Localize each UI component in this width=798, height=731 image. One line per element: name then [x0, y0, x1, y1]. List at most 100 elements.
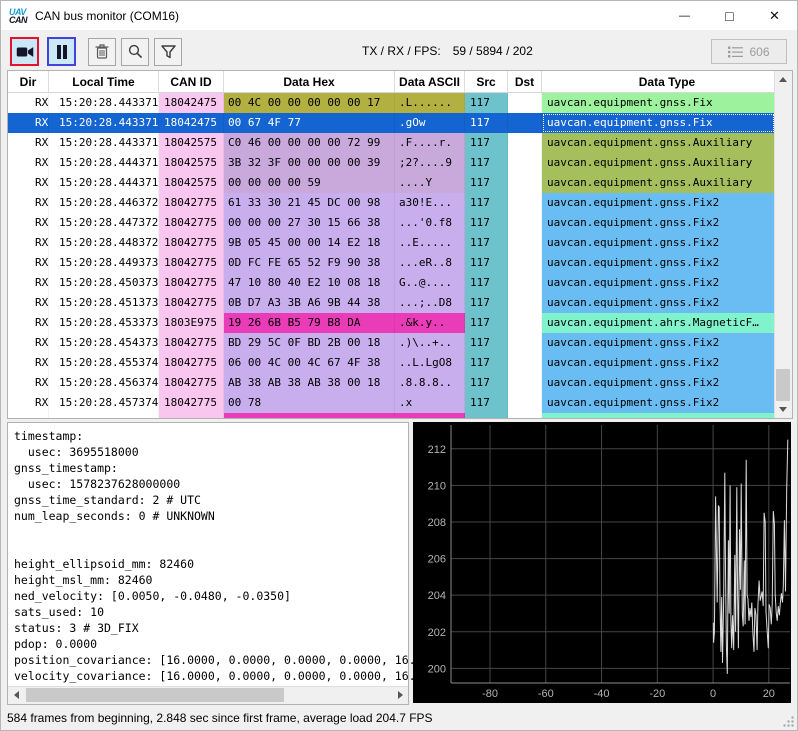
table-row[interactable]: RX15:20:28.451373180427750B D7 A3 3B A6 … — [8, 293, 775, 313]
svg-text:210: 210 — [428, 480, 446, 492]
cell-src: 117 — [465, 313, 508, 333]
cell-type: uavcan.equipment.gnss.Fix — [542, 113, 775, 133]
cell-src: 117 — [465, 373, 508, 393]
pause-button[interactable] — [47, 37, 76, 66]
table-row[interactable]: RX15:20:28.4443711804257500 00 00 00 59.… — [8, 173, 775, 193]
table-row[interactable]: RX15:20:28.444371180425753B 32 3F 00 00 … — [8, 153, 775, 173]
arrow-up-icon — [779, 77, 787, 82]
frame-table: DirLocal TimeCAN IDData HexData ASCIISrc… — [7, 70, 793, 419]
cell-id: 18042775 — [159, 353, 224, 373]
frame-count-button[interactable]: 606 — [711, 39, 787, 64]
cell-ascii: G..@.... — [395, 273, 465, 293]
cell-dir: RX — [8, 173, 49, 193]
cell-src: 117 — [465, 333, 508, 353]
column-header-dst[interactable]: Dst — [508, 71, 542, 93]
cell-src: 117 — [465, 133, 508, 153]
cell-type: uavcan.equipment.gnss.Fix2 — [542, 353, 775, 373]
cell-type: uavcan.equipment.gnss.Fix2 — [542, 213, 775, 233]
cell-ascii: ...;..D8 — [395, 293, 465, 313]
close-button[interactable]: ✕ — [752, 2, 797, 30]
cell-type: uavcan.equipment.gnss.Fix2 — [542, 233, 775, 253]
table-row[interactable]: RX15:20:28.45437318042775BD 29 5C 0F BD … — [8, 333, 775, 353]
cell-ascii — [395, 413, 465, 418]
value-plot[interactable]: -80-60-40-20020200202204206208210212 — [413, 422, 791, 703]
vertical-scroll-thumb[interactable] — [776, 369, 790, 401]
cell-id: 18042575 — [159, 173, 224, 193]
cell-src: 117 — [465, 93, 508, 113]
table-row[interactable]: RX15:20:28.4533731803E97519 26 6B B5 79 … — [8, 313, 775, 333]
cell-dst — [508, 273, 542, 293]
cell-time: 15:20:28.448372 — [49, 233, 159, 253]
svg-text:-40: -40 — [594, 688, 610, 700]
filter-button[interactable] — [154, 38, 182, 66]
cell-src: 117 — [465, 353, 508, 373]
cell-dir: RX — [8, 133, 49, 153]
svg-text:-80: -80 — [482, 688, 498, 700]
scroll-down-button[interactable] — [775, 401, 791, 418]
table-row[interactable]: RX15:20:28.449373180427750D FC FE 65 52 … — [8, 253, 775, 273]
cell-dst — [508, 373, 542, 393]
table-row[interactable]: RX15:20:28.4433711804247500 4C 00 00 00 … — [8, 93, 775, 113]
cell-id: 18042775 — [159, 293, 224, 313]
minimize-button[interactable]: — — [662, 2, 707, 30]
cell-id — [159, 413, 224, 418]
column-header-src[interactable]: Src — [465, 71, 508, 93]
svg-text:206: 206 — [428, 554, 446, 566]
cell-dir: RX — [8, 253, 49, 273]
cell-dir: RX — [8, 193, 49, 213]
cell-ascii: ;2?....9 — [395, 153, 465, 173]
cell-ascii: ...'0.f8 — [395, 213, 465, 233]
cell-ascii: ....Y — [395, 173, 465, 193]
cell-id: 18042775 — [159, 373, 224, 393]
horizontal-scroll-thumb[interactable] — [26, 688, 284, 702]
table-row[interactable]: RX15:20:28.4463721804277561 33 30 21 45 … — [8, 193, 775, 213]
scroll-right-button[interactable] — [392, 687, 408, 703]
cell-dir: RX — [8, 353, 49, 373]
frame-table-header: DirLocal TimeCAN IDData HexData ASCIISrc… — [8, 71, 792, 93]
resize-grip[interactable] — [782, 715, 795, 728]
table-vertical-scrollbar[interactable] — [774, 71, 792, 418]
window-title: CAN bus monitor (COM16) — [35, 9, 179, 23]
column-header-id[interactable]: CAN ID — [159, 71, 224, 93]
list-icon — [728, 46, 743, 58]
scroll-up-button[interactable] — [775, 71, 791, 88]
cell-hex: 3B 32 3F 00 00 00 00 39 — [224, 153, 395, 173]
table-row[interactable]: RX15:20:28.448372180427759B 05 45 00 00 … — [8, 233, 775, 253]
cell-dst — [508, 353, 542, 373]
table-row[interactable]: RX15:20:28.45637418042775AB 38 AB 38 AB … — [8, 373, 775, 393]
search-button[interactable] — [121, 38, 149, 66]
svg-text:200: 200 — [428, 663, 446, 675]
svg-text:0: 0 — [710, 688, 716, 700]
table-row[interactable]: RX15:20:28.4503731804277547 10 80 40 E2 … — [8, 273, 775, 293]
cell-ascii: a30!E... — [395, 193, 465, 213]
scroll-left-button[interactable] — [8, 687, 24, 703]
record-button[interactable] — [10, 37, 39, 66]
column-header-time[interactable]: Local Time — [49, 71, 159, 93]
maximize-icon: □ — [725, 8, 733, 24]
detail-horizontal-scrollbar[interactable] — [8, 686, 408, 704]
svg-text:208: 208 — [428, 517, 446, 529]
cell-id: 18042775 — [159, 393, 224, 413]
table-row[interactable]: RX15:20:28.4473721804277500 00 00 27 30 … — [8, 213, 775, 233]
cell-ascii: .)\..+.. — [395, 333, 465, 353]
table-row[interactable] — [8, 413, 775, 418]
column-header-type[interactable]: Data Type — [542, 71, 792, 93]
cell-src — [465, 413, 508, 418]
column-header-ascii[interactable]: Data ASCII — [395, 71, 465, 93]
cell-time: 15:20:28.443371 — [49, 133, 159, 153]
cell-type: uavcan.equipment.gnss.Fix2 — [542, 193, 775, 213]
table-row[interactable]: RX15:20:28.4573741804277500 78.x117uavca… — [8, 393, 775, 413]
svg-text:20: 20 — [763, 688, 775, 700]
traffic-stats: TX / RX / FPS:59 / 5894 / 202 — [362, 44, 533, 58]
cell-src: 117 — [465, 273, 508, 293]
clear-button[interactable] — [88, 38, 116, 66]
column-header-dir[interactable]: Dir — [8, 71, 49, 93]
maximize-button[interactable]: □ — [707, 2, 752, 30]
table-row[interactable]: RX15:20:28.4553741804277506 00 4C 00 4C … — [8, 353, 775, 373]
frame-count-label: 606 — [749, 45, 769, 59]
cell-ascii: .L...... — [395, 93, 465, 113]
svg-text:202: 202 — [428, 627, 446, 639]
table-row[interactable]: RX15:20:28.4433711804247500 67 4F 77.gOw… — [8, 113, 775, 133]
table-row[interactable]: RX15:20:28.44337118042575C0 46 00 00 00 … — [8, 133, 775, 153]
column-header-hex[interactable]: Data Hex — [224, 71, 395, 93]
